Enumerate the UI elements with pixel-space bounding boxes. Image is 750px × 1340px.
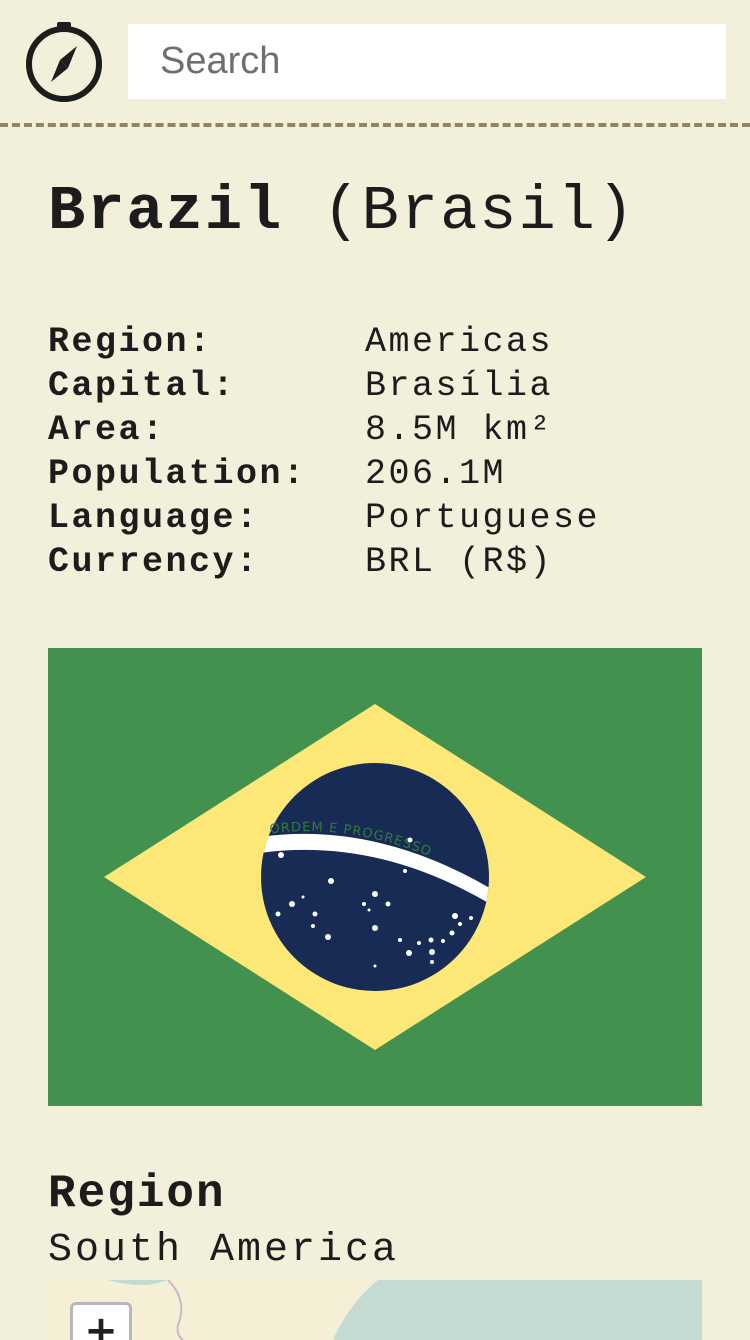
- fact-value: Portuguese: [365, 498, 601, 538]
- region-heading: Region: [48, 1168, 226, 1220]
- search-input[interactable]: [128, 24, 726, 99]
- fact-value: Americas: [365, 322, 554, 362]
- brazil-flag: ORDEM E PROGRESSO: [48, 648, 702, 1106]
- fact-row-language: Language: Portuguese: [48, 496, 708, 540]
- header-divider: [0, 123, 750, 127]
- region-map[interactable]: +: [48, 1280, 702, 1340]
- fact-row-region: Region: Americas: [48, 320, 708, 364]
- map-land: [48, 1280, 378, 1340]
- zoom-in-button[interactable]: +: [70, 1302, 132, 1340]
- fact-label: Area:: [48, 410, 166, 450]
- country-native-name: (Brasil): [322, 176, 637, 247]
- fact-label: Region:: [48, 322, 213, 362]
- fact-row-population: Population: 206.1M: [48, 452, 708, 496]
- fact-label: Currency:: [48, 542, 260, 582]
- fact-value: 8.5M km²: [365, 410, 554, 450]
- header: [0, 0, 750, 124]
- country-facts: Region: Americas Capital: Brasília Area: 8.…: [48, 320, 708, 584]
- fact-row-capital: Capital: Brasília: [48, 364, 708, 408]
- country-title: Brazil (Brasil): [48, 176, 636, 247]
- fact-row-currency: Currency: BRL (R$): [48, 540, 708, 584]
- compass-icon[interactable]: [24, 20, 104, 104]
- country-name: Brazil: [48, 176, 284, 247]
- fact-value: 206.1M: [365, 454, 507, 494]
- fact-label: Population:: [48, 454, 307, 494]
- fact-value: Brasília: [365, 366, 554, 406]
- fact-row-area: Area: 8.5M km²: [48, 408, 708, 452]
- fact-value: BRL (R$): [365, 542, 554, 582]
- fact-label: Capital:: [48, 366, 237, 406]
- region-value: South America: [48, 1228, 400, 1273]
- fact-label: Language:: [48, 498, 260, 538]
